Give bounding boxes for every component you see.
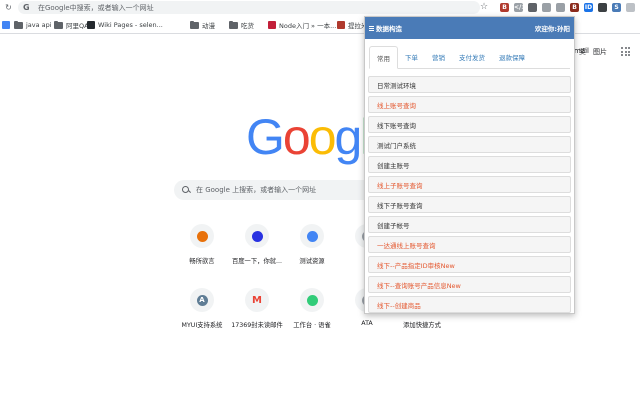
shortcut-icon-circle xyxy=(190,224,214,248)
puzzle-icon[interactable] xyxy=(542,3,551,12)
yuque-icon xyxy=(306,294,318,306)
shortcut-label: 测试资源 xyxy=(299,258,325,265)
logo-letter: G xyxy=(246,109,285,165)
baidu-paw-icon xyxy=(251,230,263,242)
translate-icon[interactable] xyxy=(598,3,607,12)
popup-link[interactable]: 日常测试环境 xyxy=(368,76,571,93)
google-apps-icon[interactable] xyxy=(621,47,630,56)
site-icon xyxy=(337,21,345,29)
bookmark-item[interactable]: java api xyxy=(14,20,52,30)
bookmark-item[interactable]: 吃货 xyxy=(229,20,254,30)
hedgehog-icon xyxy=(196,230,208,242)
logo-letter: g xyxy=(334,109,363,165)
shortcut-tile[interactable]: 测试资源 xyxy=(282,224,342,274)
extension-popup: 数据构造 欢迎你:孙阳 常用 下单 营销 支付发货 退款保障 日常测试环境 线上账号查询线… xyxy=(364,16,575,314)
logo-letter: o xyxy=(282,109,311,165)
shortcut-icon-circle: A xyxy=(190,288,214,312)
popup-link-list: 日常测试环境 线上账号查询 线下账号查询 测试门户系统 创建主账号线上子账号查询 线下子账… xyxy=(365,69,574,313)
folder-icon xyxy=(54,20,63,29)
menu-icon[interactable] xyxy=(369,25,374,31)
logo-letter: o xyxy=(308,109,337,165)
shortcut-label: 工作台 · 语雀 xyxy=(293,322,331,329)
popup-link[interactable]: 线下--查询账号产品信息New xyxy=(368,276,571,293)
apps-shortcut[interactable] xyxy=(2,20,13,30)
bookmark-item[interactable]: Node入门 » 一本... xyxy=(268,20,336,30)
google-g-icon: G xyxy=(23,3,30,12)
search-icon xyxy=(182,186,190,194)
tab-1[interactable]: 下单 xyxy=(398,46,425,68)
b-icon[interactable]: B xyxy=(570,3,579,12)
folder-icon xyxy=(14,20,23,29)
bookmark-b-icon[interactable]: B xyxy=(500,3,509,12)
browser-toolbar: ↻ G 在Google中搜索，或者输入一个网址 ☆ B </> B ID S xyxy=(0,0,640,16)
popup-tabs: 常用 下单 营销 支付发货 退款保障 xyxy=(369,43,570,69)
node-icon xyxy=(268,21,276,29)
popup-link[interactable]: 线下--产品指定ID审核New xyxy=(368,256,571,273)
github-icon xyxy=(87,21,95,29)
shortcut-icon-circle xyxy=(300,224,324,248)
shortcut-tile[interactable]: A MYUI支持系统 xyxy=(172,288,232,338)
popup-link[interactable]: 线上子账号查询 xyxy=(368,176,571,193)
shortcut-tile[interactable]: 百度一下，你就... xyxy=(227,224,287,274)
profile-icon[interactable] xyxy=(626,3,635,12)
popup-link[interactable]: 一达通线上账号查询 xyxy=(368,236,571,253)
popup-link[interactable]: 线下--创建商品 xyxy=(368,296,571,313)
code-icon[interactable]: </> xyxy=(514,3,526,12)
bookmark-item[interactable]: 动漫 xyxy=(190,20,215,30)
reload-icon[interactable]: ↻ xyxy=(4,3,13,12)
bookmark-label: 动漫 xyxy=(202,22,215,30)
shortcut-label: ATA xyxy=(361,320,373,327)
popup-title-text: 数据构造 xyxy=(376,25,402,33)
id-icon[interactable]: ID xyxy=(584,3,593,12)
shortcut-tile[interactable]: 工作台 · 语雀 xyxy=(282,288,342,338)
bookmark-star-icon[interactable]: ☆ xyxy=(480,2,488,12)
bookmark-label: 吃货 xyxy=(241,22,254,30)
popup-link[interactable]: 线下子账号查询 xyxy=(368,196,571,213)
shortcut-label: MYUI支持系统 xyxy=(181,322,223,329)
shortcut-label: 添加快捷方式 xyxy=(403,322,441,329)
tab-0[interactable]: 常用 xyxy=(369,46,398,69)
shortcut-icon-circle: M xyxy=(245,288,269,312)
shortcut-tile[interactable]: 畅所欲言 xyxy=(172,224,232,274)
popup-link[interactable]: 线下账号查询 xyxy=(368,116,571,133)
bookmark-label: Wiki Pages - selen... xyxy=(98,21,163,29)
shortcut-tile[interactable]: M 17369封未读邮件 xyxy=(227,288,287,338)
bookmark-label: Node入门 » 一本... xyxy=(279,22,337,30)
bookmark-item[interactable]: Wiki Pages - selen... xyxy=(87,20,163,30)
gmail-link[interactable]: mail xyxy=(574,47,589,55)
shortcut-label: 17369封未读邮件 xyxy=(231,322,283,329)
search-placeholder: 在 Google 上搜索，或者输入一个网址 xyxy=(196,186,317,194)
folder-icon xyxy=(229,20,238,29)
bookmark-label: 阿里QA xyxy=(66,22,89,30)
popup-link[interactable]: 创建子帐号 xyxy=(368,216,571,233)
gear-icon[interactable] xyxy=(556,3,565,12)
tab-3[interactable]: 支付发货 xyxy=(452,46,492,68)
apps-icon xyxy=(2,21,10,29)
welcome-text: 欢迎你:孙阳 xyxy=(534,25,570,33)
shortcut-icon-circle xyxy=(245,224,269,248)
shortcut-label: 百度一下，你就... xyxy=(231,258,283,265)
bookmark-item[interactable]: 阿里QA xyxy=(54,20,89,30)
shortcut-label: 畅所欲言 xyxy=(189,258,215,265)
popup-link[interactable]: 测试门户系统 xyxy=(368,136,571,153)
shield-icon[interactable] xyxy=(528,3,537,12)
bookmark-label: java api xyxy=(26,21,52,29)
folder-icon xyxy=(190,20,199,29)
s-icon[interactable]: S xyxy=(612,3,621,12)
gmail-icon: M xyxy=(252,294,262,306)
letter-a-icon: A xyxy=(196,294,208,306)
popup-header: 数据构造 欢迎你:孙阳 xyxy=(365,17,574,39)
omnibox-placeholder: 在Google中搜索，或者输入一个网址 xyxy=(38,3,154,12)
popup-link[interactable]: 创建主账号 xyxy=(368,156,571,173)
shortcut-icon-circle xyxy=(300,288,324,312)
infinity-icon xyxy=(306,230,318,242)
tab-4[interactable]: 退款保障 xyxy=(492,46,532,68)
popup-link[interactable]: 线上账号查询 xyxy=(368,96,571,113)
popup-title: 数据构造 xyxy=(369,23,402,33)
omnibox[interactable]: G 在Google中搜索，或者输入一个网址 xyxy=(18,1,480,14)
images-link[interactable]: 图片 xyxy=(593,47,607,57)
tab-2[interactable]: 营销 xyxy=(425,46,452,68)
